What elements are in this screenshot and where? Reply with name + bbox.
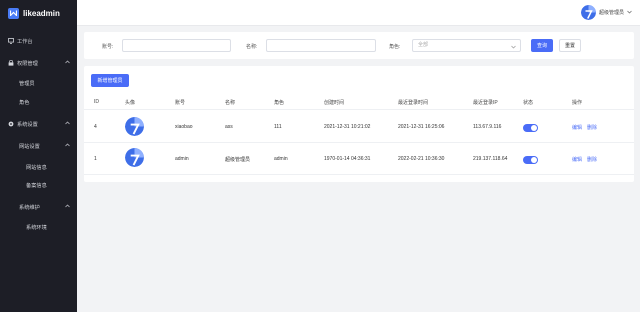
sidebar-item-label: 网站信息	[26, 164, 47, 171]
sidebar-item-permissions[interactable]: 权限管理	[0, 58, 77, 68]
status-toggle[interactable]	[523, 124, 538, 132]
cell-ip: 113.67.9.116	[473, 124, 502, 130]
column-header: 最近登录时间	[398, 100, 429, 106]
sidebar-item-label: 备案信息	[26, 182, 47, 189]
column-header: ID	[94, 99, 99, 105]
sidebar-item-icp-info[interactable]: 备案信息	[0, 180, 77, 190]
sidebar-item-roles[interactable]: 角色	[0, 97, 77, 107]
reset-button[interactable]: 重置	[559, 39, 581, 52]
status-toggle[interactable]	[523, 156, 538, 164]
top-header: 超级管理员	[77, 0, 640, 26]
sidebar-item-label: 权限管理	[17, 60, 38, 67]
column-header: 最近登录IP	[473, 100, 498, 106]
divider	[84, 174, 634, 175]
sidebar-item-site-info[interactable]: 网站信息	[0, 162, 77, 172]
chevron-down-icon	[627, 10, 632, 16]
cell-created: 2021-12-31 10:21:02	[324, 124, 371, 130]
divider	[84, 109, 634, 110]
column-header: 头像	[125, 100, 136, 106]
cell-id: 1	[94, 156, 97, 162]
column-header: 创建时间	[324, 100, 345, 106]
avatar	[580, 5, 596, 20]
sidebar-item-site-settings[interactable]: 网站设置	[0, 141, 77, 151]
sidebar-item-label: 系统维护	[19, 204, 40, 211]
cell-role: 111	[274, 124, 282, 130]
sidebar-item-label: 工作台	[17, 38, 33, 45]
username: 超级管理员	[598, 10, 624, 16]
sidebar-item-dashboard[interactable]: 工作台	[0, 36, 77, 46]
cell-name: ass	[225, 124, 233, 130]
lock-icon	[8, 59, 14, 66]
column-header: 角色	[274, 100, 285, 106]
column-header: 操作	[572, 100, 583, 106]
app-name: likeadmin	[23, 8, 60, 18]
name-input[interactable]	[266, 39, 376, 52]
column-header: 名称	[225, 100, 236, 106]
avatar	[125, 117, 144, 136]
sidebar-item-maintenance[interactable]: 系统维护	[0, 202, 77, 212]
edit-link[interactable]: 编辑	[572, 156, 582, 163]
monitor-icon	[8, 38, 14, 44]
cell-id: 4	[94, 124, 97, 130]
edit-link[interactable]: 编辑	[572, 124, 582, 131]
account-input[interactable]	[122, 39, 231, 52]
sidebar-item-label: 网站设置	[19, 143, 40, 150]
cell-name: 超级管理员	[225, 157, 251, 163]
add-admin-button[interactable]: 新增管理员	[91, 74, 129, 87]
chevron-up-icon	[65, 60, 70, 66]
cell-ip: 219.137.118.64	[473, 156, 508, 162]
sidebar-item-system-settings[interactable]: 系统设置	[0, 119, 77, 129]
cell-role: admin	[274, 156, 288, 162]
logo-icon	[8, 7, 19, 19]
delete-link[interactable]: 删除	[587, 124, 597, 131]
cell-account: xiaobao	[175, 124, 193, 130]
gear-icon	[8, 121, 14, 127]
admin-table-card: 新增管理员 ID 头像 账号 名称 角色 创建时间 最近登录时间 最近登录IP …	[84, 66, 634, 182]
query-button[interactable]: 查询	[531, 39, 553, 52]
sidebar-item-label: 角色	[19, 99, 30, 106]
cell-last-login: 2021-12-31 16:25:06	[398, 124, 445, 130]
column-header: 账号	[175, 100, 186, 106]
divider	[84, 142, 634, 143]
cell-account: admin	[175, 156, 189, 162]
role-select-value: 全部	[418, 42, 429, 48]
column-header: 状态	[523, 100, 534, 106]
chevron-up-icon	[65, 204, 70, 210]
cell-created: 1970-01-14 04:36:31	[324, 156, 371, 162]
sidebar: likeadmin 工作台 权限管理 管理员 角色 系统设置 网站设置 网站信息…	[0, 0, 77, 312]
search-form: 账号: 名称: 角色: 全部 查询 重置	[84, 32, 634, 59]
chevron-up-icon	[65, 143, 70, 149]
logo[interactable]: likeadmin	[0, 0, 77, 26]
role-select[interactable]: 全部	[412, 39, 521, 52]
cell-last-login: 2022-02-21 10:36:30	[398, 156, 445, 162]
delete-link[interactable]: 删除	[587, 156, 597, 163]
user-menu[interactable]: 超级管理员	[580, 5, 632, 20]
sidebar-item-label: 管理员	[19, 80, 35, 87]
account-label: 账号:	[102, 44, 114, 50]
chevron-up-icon	[65, 121, 70, 127]
sidebar-item-label: 系统环境	[26, 224, 47, 231]
sidebar-item-environment[interactable]: 系统环境	[0, 222, 77, 232]
avatar	[125, 148, 144, 167]
sidebar-item-label: 系统设置	[17, 121, 38, 128]
sidebar-item-admins[interactable]: 管理员	[0, 78, 77, 88]
chevron-down-icon	[511, 43, 516, 54]
role-label: 角色:	[389, 44, 401, 50]
name-label: 名称:	[246, 44, 258, 50]
